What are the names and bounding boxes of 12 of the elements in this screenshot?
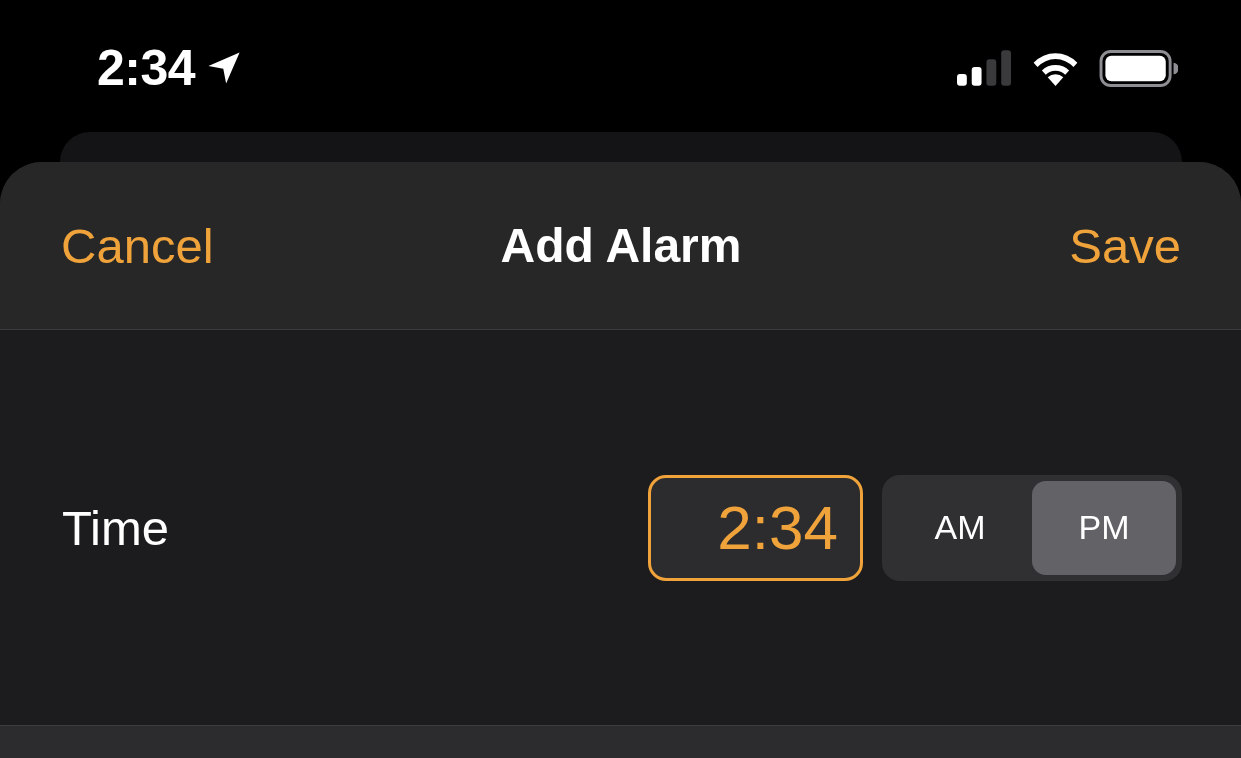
location-arrow-icon bbox=[207, 51, 242, 85]
nav-title: Add Alarm bbox=[500, 217, 742, 274]
save-button[interactable]: Save bbox=[1069, 215, 1181, 276]
time-label: Time bbox=[62, 499, 170, 557]
period-segment[interactable]: PM bbox=[1032, 480, 1176, 575]
wifi-icon bbox=[1032, 50, 1079, 86]
time-picker[interactable]: 2:34 bbox=[648, 474, 863, 581]
battery-icon bbox=[1099, 49, 1178, 87]
signal-icon bbox=[957, 50, 1012, 86]
cancel-button[interactable]: Cancel bbox=[61, 215, 214, 276]
period-segment[interactable]: AM bbox=[888, 480, 1032, 575]
status-time: 2:34 bbox=[97, 40, 196, 96]
